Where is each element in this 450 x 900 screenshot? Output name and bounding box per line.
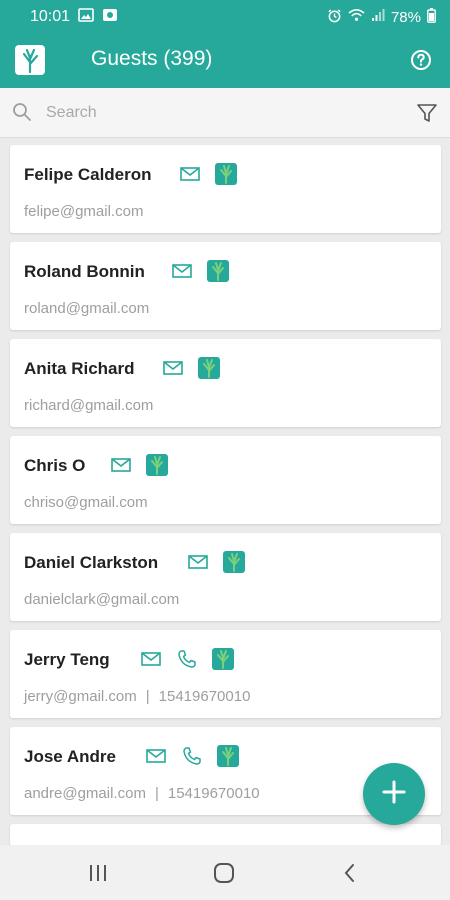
system-nav-bar [0, 845, 450, 900]
guest-contact: chriso@gmail.com [24, 494, 148, 511]
home-icon[interactable] [212, 861, 236, 885]
filter-icon[interactable] [416, 102, 438, 124]
email-icon[interactable] [187, 551, 209, 573]
guest-email: chriso@gmail.com [24, 494, 148, 511]
guest-contact: andre@gmail.com | 15419670010 [24, 785, 260, 802]
tree-badge-icon [212, 648, 234, 670]
email-icon[interactable] [179, 163, 201, 185]
guest-card-partial[interactable] [10, 824, 441, 846]
guest-card[interactable]: Jerry Teng jerry@gmail.com | 15419670010 [10, 630, 441, 718]
guest-email: andre@gmail.com [24, 785, 146, 802]
tree-logo-icon[interactable] [14, 44, 46, 76]
guest-email: roland@gmail.com [24, 300, 150, 317]
contact-separator: | [154, 785, 159, 802]
guest-card[interactable]: Roland Bonnin roland@gmail.com [10, 242, 441, 330]
page-title: Guests (399) [91, 47, 213, 70]
email-icon[interactable] [171, 260, 193, 282]
add-guest-button[interactable] [363, 763, 425, 825]
tree-badge-icon [223, 551, 245, 573]
search-input[interactable] [46, 100, 376, 126]
guest-name: Felipe Calderon [24, 165, 152, 184]
status-bar: 10:01 78% [0, 0, 450, 34]
tree-badge-icon [146, 454, 168, 476]
gallery-notification-icon [78, 7, 94, 27]
guest-card[interactable]: Daniel Clarkston danielclark@gmail.com [10, 533, 441, 621]
guest-contact: jerry@gmail.com | 15419670010 [24, 688, 250, 705]
help-circle-icon[interactable] [410, 49, 432, 71]
battery-icon [427, 7, 436, 27]
tree-badge-icon [215, 163, 237, 185]
guest-contact: felipe@gmail.com [24, 203, 143, 220]
guest-email: danielclark@gmail.com [24, 591, 180, 608]
email-icon[interactable] [110, 454, 132, 476]
tree-badge-icon [198, 357, 220, 379]
guest-contact: richard@gmail.com [24, 397, 153, 414]
battery-level: 78% [390, 8, 421, 26]
signal-icon [371, 8, 385, 26]
email-icon[interactable] [140, 648, 162, 670]
guest-name: Roland Bonnin [24, 262, 145, 281]
guest-phone: 15419670010 [167, 785, 260, 802]
app-notification-icon [102, 8, 118, 27]
guest-contact: roland@gmail.com [24, 300, 149, 317]
guest-email: felipe@gmail.com [24, 203, 144, 220]
alarm-icon [327, 8, 342, 27]
wifi-icon [348, 8, 365, 26]
email-icon[interactable] [162, 357, 184, 379]
guest-email: jerry@gmail.com [24, 688, 137, 705]
guest-name: Anita Richard [24, 359, 135, 378]
phone-icon[interactable] [176, 648, 198, 670]
add-icon [381, 779, 407, 810]
guest-contact: danielclark@gmail.com [24, 591, 179, 608]
guest-name: Chris O [24, 456, 86, 475]
tree-badge-icon [217, 745, 239, 767]
guest-name: Daniel Clarkston [24, 553, 159, 572]
status-time: 10:01 [30, 8, 71, 25]
guest-card[interactable]: Chris O chriso@gmail.com [10, 436, 441, 524]
guest-phone: 15419670010 [158, 688, 251, 705]
guest-email: richard@gmail.com [24, 397, 154, 414]
guest-name: Jose Andre [24, 747, 116, 766]
tree-badge-icon [207, 260, 229, 282]
phone-icon[interactable] [181, 745, 203, 767]
guest-card[interactable]: Anita Richard richard@gmail.com [10, 339, 441, 427]
recents-icon[interactable] [86, 861, 110, 885]
guest-name: Jerry Teng [24, 650, 110, 669]
email-icon[interactable] [145, 745, 167, 767]
back-icon[interactable] [338, 861, 362, 885]
contact-separator: | [145, 688, 150, 705]
app-bar: Guests (399) [0, 34, 450, 88]
guest-card[interactable]: Felipe Calderon felipe@gmail.com [10, 145, 441, 233]
search-bar [0, 88, 450, 138]
search-icon [12, 102, 32, 122]
